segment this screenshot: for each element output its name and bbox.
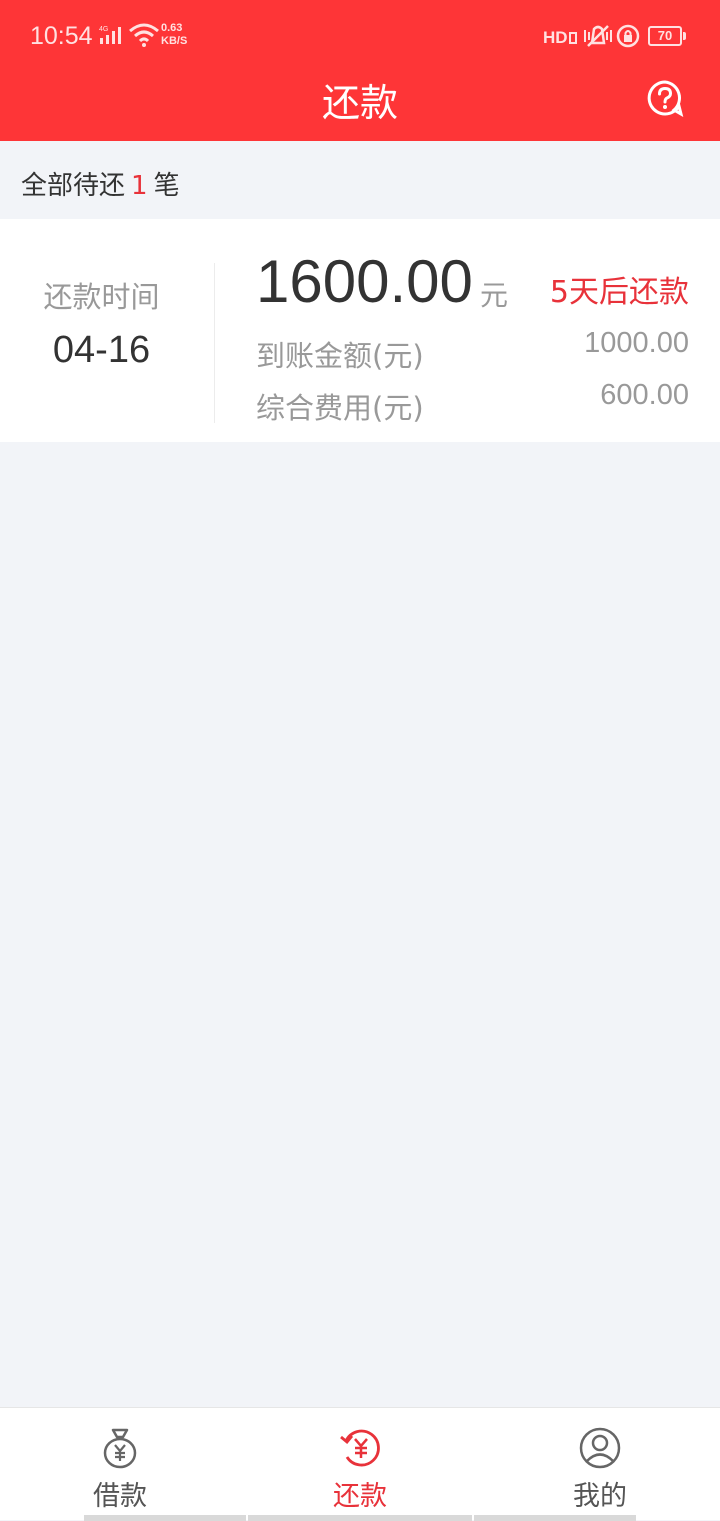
signal-icon: 4G	[99, 26, 121, 44]
tab-indicator	[84, 1515, 246, 1521]
fee-label: 综合费用(元)	[256, 391, 424, 425]
summary-text: 全部待还 1 笔	[21, 171, 180, 201]
loan-card[interactable]: 还款时间 04-16 1600.00 元 5天后还款 到账金额(元) 1000.…	[0, 219, 720, 442]
pending-count: 1	[131, 171, 148, 201]
battery-tip	[683, 32, 686, 40]
amount-unit: 元	[480, 279, 509, 312]
tab-indicator	[248, 1515, 472, 1521]
tab-label: 借款	[93, 1481, 147, 1512]
bottom-tab-bar: 借款 还款 我的	[0, 1407, 720, 1521]
status-time: 10:54	[30, 22, 93, 50]
app-header: 10:54 4G 0.63 KB/S HD 70 还款	[0, 0, 720, 141]
tab-repay[interactable]: 还款	[240, 1408, 480, 1521]
vibrate-icon	[584, 25, 612, 47]
tab-mine[interactable]: 我的	[480, 1408, 720, 1521]
due-date: 04-16	[52, 329, 151, 371]
repay-icon	[340, 1429, 380, 1467]
days-left-badge: 5天后还款	[549, 275, 689, 310]
page-title: 还款	[321, 81, 398, 125]
help-icon[interactable]	[646, 79, 684, 117]
rotation-lock-icon	[616, 24, 640, 48]
repay-amount: 1600.00	[256, 248, 473, 315]
network-speed: 0.63 KB/S	[161, 22, 188, 47]
battery-indicator: 70	[648, 26, 686, 46]
money-bag-icon	[103, 1428, 137, 1469]
card-divider	[214, 263, 215, 423]
tab-borrow[interactable]: 借款	[0, 1408, 240, 1521]
wifi-icon	[129, 23, 159, 47]
user-icon	[579, 1427, 621, 1469]
tab-label: 我的	[573, 1481, 627, 1512]
received-value: 1000.00	[584, 327, 689, 359]
fee-value: 600.00	[600, 379, 689, 411]
svg-text:HD: HD	[543, 28, 568, 47]
battery-level: 70	[648, 26, 682, 46]
tab-indicator	[474, 1515, 636, 1521]
status-bar: 10:54 4G 0.63 KB/S HD 70	[0, 0, 720, 70]
network-type: 4G	[99, 26, 108, 33]
hd-voice-icon: HD	[543, 28, 577, 47]
pending-summary: 全部待还 1 笔	[0, 141, 720, 219]
received-label: 到账金额(元)	[256, 339, 424, 373]
tab-label: 还款	[333, 1481, 387, 1512]
due-label: 还款时间	[43, 280, 160, 314]
